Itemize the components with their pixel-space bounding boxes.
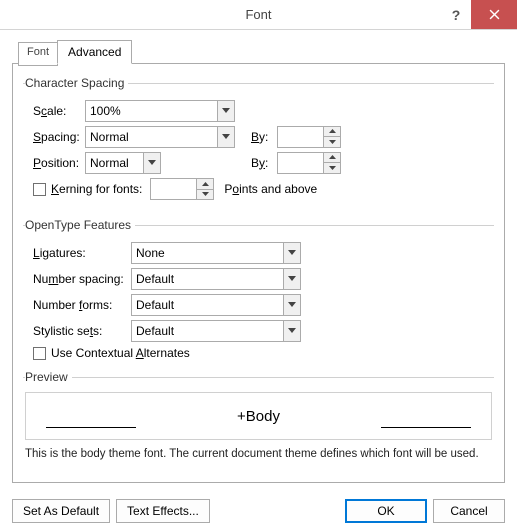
spacing-by-spinner[interactable]	[277, 126, 341, 148]
tab-panel-advanced: Character Spacing Scale: Spacing: By:	[12, 63, 505, 483]
help-button[interactable]: ?	[441, 0, 471, 29]
legend-character-spacing: Character Spacing	[25, 76, 128, 90]
kerning-input[interactable]	[151, 179, 196, 199]
numspacing-label: Number spacing:	[25, 272, 131, 286]
scale-combo[interactable]	[85, 100, 235, 122]
kerning-spinner[interactable]	[150, 178, 214, 200]
preview-rule-right	[381, 427, 471, 428]
preview-sample: +Body	[237, 408, 280, 425]
kerning-label: Kerning for fonts:	[51, 182, 142, 196]
dialog-content: Font Advanced Character Spacing Scale: S…	[0, 30, 517, 491]
group-preview: Preview +Body This is the body theme fon…	[23, 370, 494, 466]
spin-up-icon[interactable]	[197, 179, 213, 190]
titlebar: Font ?	[0, 0, 517, 30]
stylistic-label: Stylistic sets:	[25, 324, 131, 338]
tab-advanced[interactable]: Advanced	[57, 40, 132, 64]
numspacing-input[interactable]	[132, 269, 283, 289]
ligatures-label: Ligatures:	[25, 246, 131, 260]
points-label: Points and above	[224, 182, 317, 196]
cancel-button[interactable]: Cancel	[433, 499, 505, 523]
legend-opentype: OpenType Features	[25, 218, 135, 232]
spin-up-icon[interactable]	[324, 153, 340, 164]
numforms-label: Number forms:	[25, 298, 131, 312]
position-by-label: By:	[251, 156, 277, 170]
scale-input[interactable]	[86, 101, 217, 121]
scale-label: Scale:	[25, 104, 85, 118]
ligatures-combo[interactable]	[131, 242, 301, 264]
window-title: Font	[245, 7, 271, 22]
chevron-down-icon[interactable]	[143, 153, 160, 173]
preview-rule-left	[46, 427, 136, 428]
spin-down-icon[interactable]	[324, 163, 340, 173]
set-default-button[interactable]: Set As Default	[12, 499, 110, 523]
spin-down-icon[interactable]	[197, 190, 213, 200]
close-button[interactable]	[471, 0, 517, 29]
spacing-by-input[interactable]	[278, 127, 323, 147]
spacing-by-label: By:	[251, 130, 277, 144]
close-icon	[489, 9, 500, 20]
position-input[interactable]	[86, 153, 143, 173]
position-label: Position:	[25, 156, 85, 170]
tab-font[interactable]: Font	[18, 42, 58, 66]
window-controls: ?	[441, 0, 517, 29]
spin-down-icon[interactable]	[324, 137, 340, 147]
position-by-input[interactable]	[278, 153, 323, 173]
preview-description: This is the body theme font. The current…	[25, 446, 492, 464]
position-combo[interactable]	[85, 152, 161, 174]
numforms-combo[interactable]	[131, 294, 301, 316]
stylistic-input[interactable]	[132, 321, 283, 341]
spin-up-icon[interactable]	[324, 127, 340, 138]
legend-preview: Preview	[25, 370, 72, 384]
group-character-spacing: Character Spacing Scale: Spacing: By:	[23, 76, 494, 204]
stylistic-combo[interactable]	[131, 320, 301, 342]
ok-button[interactable]: OK	[345, 499, 427, 523]
chevron-down-icon[interactable]	[283, 295, 300, 315]
kerning-checkbox[interactable]	[33, 183, 46, 196]
spacing-combo[interactable]	[85, 126, 235, 148]
chevron-down-icon[interactable]	[217, 127, 234, 147]
preview-box: +Body	[25, 392, 492, 440]
contextual-label: Use Contextual Alternates	[51, 346, 190, 360]
dialog-footer: Set As Default Text Effects... OK Cancel	[0, 491, 517, 531]
contextual-checkbox[interactable]	[33, 347, 46, 360]
position-by-spinner[interactable]	[277, 152, 341, 174]
chevron-down-icon[interactable]	[283, 243, 300, 263]
group-opentype: OpenType Features Ligatures: Number spac…	[23, 218, 494, 364]
chevron-down-icon[interactable]	[283, 269, 300, 289]
chevron-down-icon[interactable]	[283, 321, 300, 341]
spacing-input[interactable]	[86, 127, 217, 147]
text-effects-button[interactable]: Text Effects...	[116, 499, 210, 523]
ligatures-input[interactable]	[132, 243, 283, 263]
numforms-input[interactable]	[132, 295, 283, 315]
tab-strip: Font Advanced	[18, 40, 505, 64]
chevron-down-icon[interactable]	[217, 101, 234, 121]
numspacing-combo[interactable]	[131, 268, 301, 290]
spacing-label: Spacing:	[25, 130, 85, 144]
